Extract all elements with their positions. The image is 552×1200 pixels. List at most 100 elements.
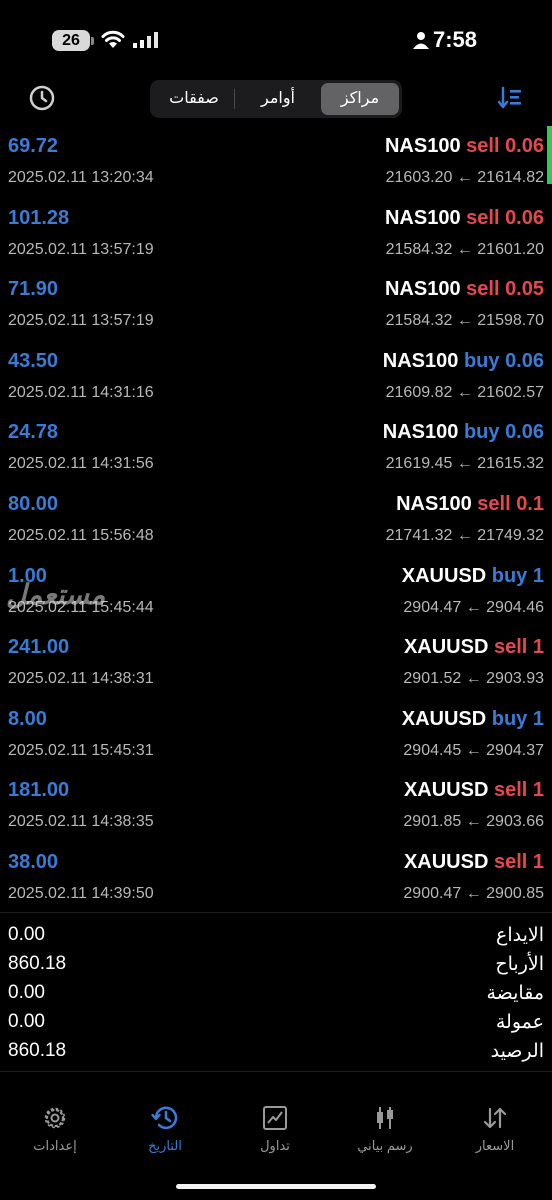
position-time: 2025.02.11 14:38:31 (8, 670, 154, 688)
position-deal: NAS100 sell 0.05 (385, 278, 544, 301)
position-symbol: XAUUSD (401, 564, 487, 587)
position-symbol: XAUUSD (403, 636, 489, 659)
position-profit: 43.50 (8, 349, 59, 372)
position-deal: NAS100 sell 0.1 (396, 493, 544, 516)
position-profit: 71.90 (8, 278, 59, 301)
position-row[interactable]: 38.00 2025.02.11 14:39:50 XAUUSD sell 1 290… (0, 842, 552, 914)
tab-quotes[interactable]: الاسعار (440, 1100, 550, 1154)
position-deal: XAUUSD buy 1 (402, 708, 544, 731)
position-deal: NAS100 buy 0.06 (383, 350, 544, 373)
tab-deals[interactable]: صفقات (154, 83, 234, 115)
summary-label: عمولة (495, 1012, 544, 1033)
home-indicator[interactable] (176, 1184, 376, 1189)
position-profit: 24.78 (8, 421, 59, 444)
segmented-control: صفقات أوامر مراكز (150, 80, 402, 118)
summary-label: الأرباح (495, 954, 544, 975)
position-symbol: NAS100 (384, 135, 461, 157)
history-icon (151, 1106, 178, 1130)
position-time: 2025.02.11 15:56:48 (8, 526, 154, 544)
tab-history[interactable]: التاريخ (110, 1100, 220, 1154)
position-row[interactable]: 24.78 2025.02.11 14:31:56 NAS100 buy 0.06 2… (0, 412, 552, 484)
position-row[interactable]: 1.00 2025.02.11 15:45:44 XAUUSD buy 1 2904.… (0, 556, 552, 628)
position-open-price: 2900.85 (486, 884, 544, 902)
position-row[interactable]: 80.00 2025.02.11 15:56:48 NAS100 sell 0.1 2… (0, 484, 552, 556)
position-volume: 0.1 (516, 492, 544, 515)
summary-label: الرصيد (490, 1041, 544, 1062)
position-close-price: 21584.32 (385, 312, 453, 330)
position-side: sell (493, 636, 528, 659)
position-profit: 101.28 (8, 206, 70, 229)
tab-positions[interactable]: مراكز (321, 83, 399, 115)
position-close-price: 2901.52 (403, 670, 462, 688)
tab-chart[interactable]: رسم بياني (330, 1100, 440, 1154)
arrow-left-icon: ← (456, 312, 473, 330)
position-row[interactable]: 241.00 2025.02.11 14:38:31 XAUUSD sell 1 29… (0, 627, 552, 699)
position-open-price: 21615.32 (477, 455, 544, 473)
position-symbol: NAS100 (382, 421, 459, 444)
position-prices: 21609.82 ← 21602.57 (386, 384, 544, 402)
arrow-left-icon: ← (456, 455, 473, 473)
position-side: sell (493, 850, 528, 873)
position-deal: NAS100 sell 0.06 (385, 135, 544, 158)
position-symbol: NAS100 (382, 349, 459, 372)
position-side: buy (491, 707, 528, 730)
position-deal: XAUUSD sell 1 (404, 636, 544, 659)
tab-bar: إعدادات التاريخ تداول رسم بياني الاسعار (0, 1100, 552, 1165)
position-row[interactable]: 8.00 2025.02.11 15:45:31 XAUUSD buy 1 2904.… (0, 699, 552, 771)
position-prices: 21741.32 ← 21749.32 (386, 527, 544, 545)
gear-icon (44, 1107, 66, 1129)
position-close-price: 21741.32 (385, 526, 453, 544)
summary-row-deposit: 0.00 الايداع (0, 922, 552, 951)
tab-trade[interactable]: تداول (220, 1100, 330, 1154)
position-volume: 0.06 (505, 349, 544, 372)
tab-settings[interactable]: إعدادات (0, 1100, 110, 1154)
summary-label: مقايضة (486, 983, 544, 1004)
tab-label: الاسعار (475, 1138, 515, 1153)
battery-cap (91, 37, 94, 45)
person-icon (413, 32, 429, 49)
position-prices: 2901.85 ← 2903.66 (403, 813, 544, 831)
header: صفقات أوامر مراكز (0, 78, 552, 120)
status-bar: 26 7:58 (0, 0, 552, 80)
tab-orders[interactable]: أوامر (236, 83, 320, 115)
summary-row-commission: 0.00 عمولة (0, 1009, 552, 1038)
history-icon[interactable] (28, 84, 56, 112)
position-row[interactable]: 43.50 2025.02.11 14:31:16 NAS100 buy 0.06 2… (0, 341, 552, 413)
position-prices: 2904.45 ← 2904.37 (403, 742, 544, 760)
status-time: 7:58 (433, 27, 478, 52)
position-open-price: 21602.57 (477, 383, 544, 401)
position-row[interactable]: 181.00 2025.02.11 14:38:35 XAUUSD sell 1 29… (0, 770, 552, 842)
position-time: 2025.02.11 14:38:35 (8, 813, 154, 831)
wifi-icon (101, 30, 125, 48)
arrow-left-icon: ← (456, 383, 473, 401)
position-close-price: 21619.45 (385, 455, 453, 473)
position-profit: 181.00 (8, 779, 70, 802)
position-open-price: 21598.70 (477, 312, 544, 330)
arrows-updown-icon (483, 1107, 507, 1129)
position-row[interactable]: 69.72 2025.02.11 13:20:34 NAS100 sell 0.06… (0, 126, 552, 198)
summary-row-balance: 860.18 الرصيد (0, 1038, 552, 1067)
position-open-price: 21749.32 (477, 526, 544, 544)
positions-list: 69.72 2025.02.11 13:20:34 NAS100 sell 0.06… (0, 126, 552, 914)
position-row[interactable]: 71.90 2025.02.11 13:57:19 NAS100 sell 0.05… (0, 269, 552, 341)
sort-icon[interactable] (497, 86, 523, 110)
position-deal: XAUUSD sell 1 (404, 851, 544, 874)
position-profit: 69.72 (8, 135, 59, 157)
position-side: buy (463, 421, 500, 444)
summary-value: 0.00 (8, 1011, 45, 1032)
summary-value: 0.00 (8, 982, 45, 1003)
position-prices: 21584.32 ← 21601.20 (386, 241, 544, 259)
position-close-price: 21609.82 (385, 383, 453, 401)
position-open-price: 2904.46 (486, 598, 544, 616)
position-side: sell (466, 135, 500, 157)
position-symbol: XAUUSD (401, 707, 487, 730)
line-chart-icon (263, 1106, 287, 1130)
position-symbol: XAUUSD (403, 779, 489, 802)
position-time: 2025.02.11 13:57:19 (8, 240, 154, 258)
position-row[interactable]: 101.28 2025.02.11 13:57:19 NAS100 sell 0.0… (0, 198, 552, 270)
position-volume: 1 (532, 779, 544, 802)
arrow-left-icon: ← (465, 598, 482, 616)
tab-label: تداول (260, 1138, 290, 1153)
arrow-left-icon: ← (465, 884, 482, 902)
position-volume: 0.06 (505, 421, 544, 444)
